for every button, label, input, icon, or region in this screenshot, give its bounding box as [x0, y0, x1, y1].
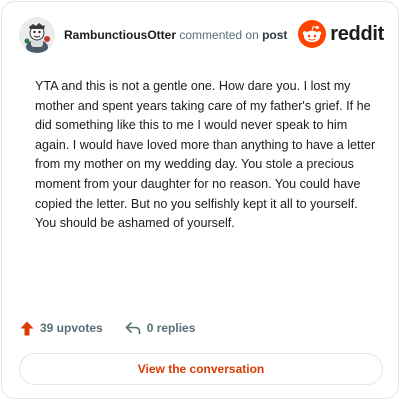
- view-conversation-button[interactable]: View the conversation: [19, 353, 383, 385]
- reply-stat[interactable]: 0 replies: [125, 321, 196, 335]
- user-avatar[interactable]: [19, 17, 55, 53]
- post-link[interactable]: post: [262, 28, 287, 42]
- reply-count: 0 replies: [146, 321, 196, 335]
- embedded-comment-card: RambunctiousOtter commented on post redd…: [1, 1, 399, 399]
- comment-header: RambunctiousOtter commented on post redd…: [2, 2, 398, 66]
- reply-arrow-icon: [125, 322, 141, 335]
- author-name[interactable]: RambunctiousOtter: [64, 28, 176, 42]
- avatar-illustration-icon: [19, 17, 55, 53]
- reddit-logo[interactable]: reddit: [298, 20, 384, 48]
- comment-stats: 39 upvotes 0 replies: [20, 319, 195, 337]
- upvote-stat[interactable]: 39 upvotes: [20, 321, 103, 336]
- upvote-count: 39 upvotes: [40, 321, 103, 335]
- comment-body: YTA and this is not a gentle one. How da…: [35, 79, 376, 231]
- reddit-snoo-icon: [298, 20, 327, 48]
- action-text: commented on: [179, 28, 259, 42]
- comment-byline: RambunctiousOtter commented on post: [64, 27, 287, 43]
- upvote-arrow-icon: [20, 321, 34, 335]
- brand-wordmark: reddit: [330, 22, 384, 45]
